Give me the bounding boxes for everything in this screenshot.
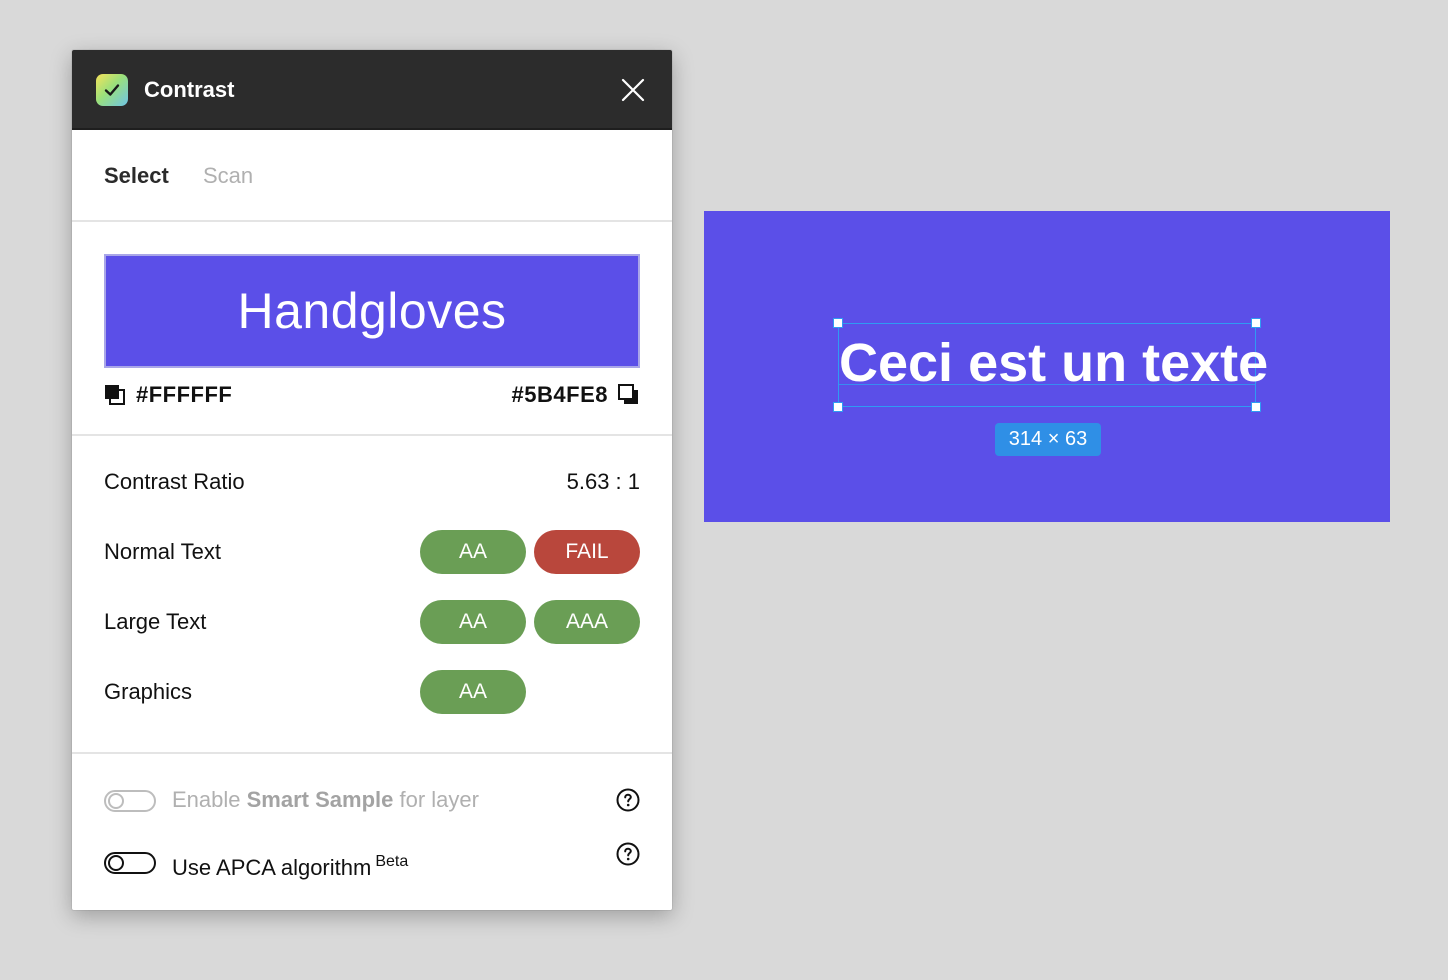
layers-icon[interactable]: [104, 384, 126, 406]
resize-handle-bottom-right[interactable]: [1251, 402, 1261, 412]
foreground-color[interactable]: #FFFFFF: [104, 382, 232, 408]
text-baseline: [839, 384, 1255, 385]
dimensions-badge: 314 × 63: [995, 423, 1101, 456]
panel-title: Contrast: [144, 77, 235, 102]
resize-handle-bottom-left[interactable]: [833, 402, 843, 412]
background-color[interactable]: #5B4FE8: [512, 382, 640, 408]
contrast-results: Contrast Ratio 5.63 : 1 Normal Text AA F…: [72, 436, 672, 754]
resize-handle-top-right[interactable]: [1251, 318, 1261, 328]
layers-icon[interactable]: [618, 384, 640, 406]
check-icon: [104, 84, 120, 96]
help-icon[interactable]: [616, 842, 640, 866]
background-hex[interactable]: #5B4FE8: [512, 382, 608, 408]
apca-label: Use APCA algorithm Beta: [172, 853, 409, 880]
large-text-row: Large Text AA AAA: [104, 600, 640, 644]
graphics-label: Graphics: [104, 679, 193, 704]
beta-superscript: Beta: [375, 853, 409, 870]
graphics-row: Graphics AA: [104, 670, 640, 714]
mode-tabs: Select Scan: [72, 130, 672, 222]
options-section: Enable Smart Sample for layer Use APCA a…: [72, 754, 672, 906]
tab-scan[interactable]: Scan: [203, 130, 253, 222]
close-button[interactable]: [620, 77, 646, 103]
normal-text-aa-badge: AA: [420, 530, 526, 574]
color-preview-section: Handgloves #FFFFFF #5B4FE8: [72, 222, 672, 436]
canvas-frame[interactable]: Ceci est un texte 314 × 63: [704, 211, 1390, 522]
contrast-plugin-panel: Contrast Select Scan Handgloves #FFFFFF …: [72, 50, 672, 910]
tab-select[interactable]: Select: [104, 130, 169, 222]
large-text-label: Large Text: [104, 609, 207, 634]
normal-text-aaa-badge: FAIL: [534, 530, 640, 574]
graphics-aa-badge: AA: [420, 670, 526, 714]
normal-text-row: Normal Text AA FAIL: [104, 530, 640, 574]
foreground-hex[interactable]: #FFFFFF: [136, 382, 232, 408]
smart-sample-toggle[interactable]: [104, 790, 156, 812]
smart-sample-label: Enable Smart Sample for layer: [172, 787, 479, 812]
contrast-ratio-label: Contrast Ratio: [104, 469, 245, 494]
color-values-row: #FFFFFF #5B4FE8: [104, 382, 640, 412]
selected-text-layer[interactable]: Ceci est un texte: [833, 318, 1268, 412]
close-icon: [621, 78, 645, 102]
apca-option: Use APCA algorithm Beta: [104, 842, 640, 882]
normal-text-label: Normal Text: [104, 539, 221, 564]
smart-sample-option: Enable Smart Sample for layer: [104, 780, 640, 820]
apca-toggle[interactable]: [104, 852, 156, 874]
app-logo-icon: [96, 74, 128, 106]
large-text-aa-badge: AA: [420, 600, 526, 644]
contrast-preview: Handgloves: [104, 254, 640, 368]
help-icon[interactable]: [616, 788, 640, 812]
large-text-aaa-badge: AAA: [534, 600, 640, 644]
contrast-ratio-value: 5.63 : 1: [566, 469, 640, 494]
panel-titlebar: Contrast: [72, 50, 672, 130]
resize-handle-top-left[interactable]: [833, 318, 843, 328]
contrast-ratio-row: Contrast Ratio 5.63 : 1: [104, 460, 640, 504]
